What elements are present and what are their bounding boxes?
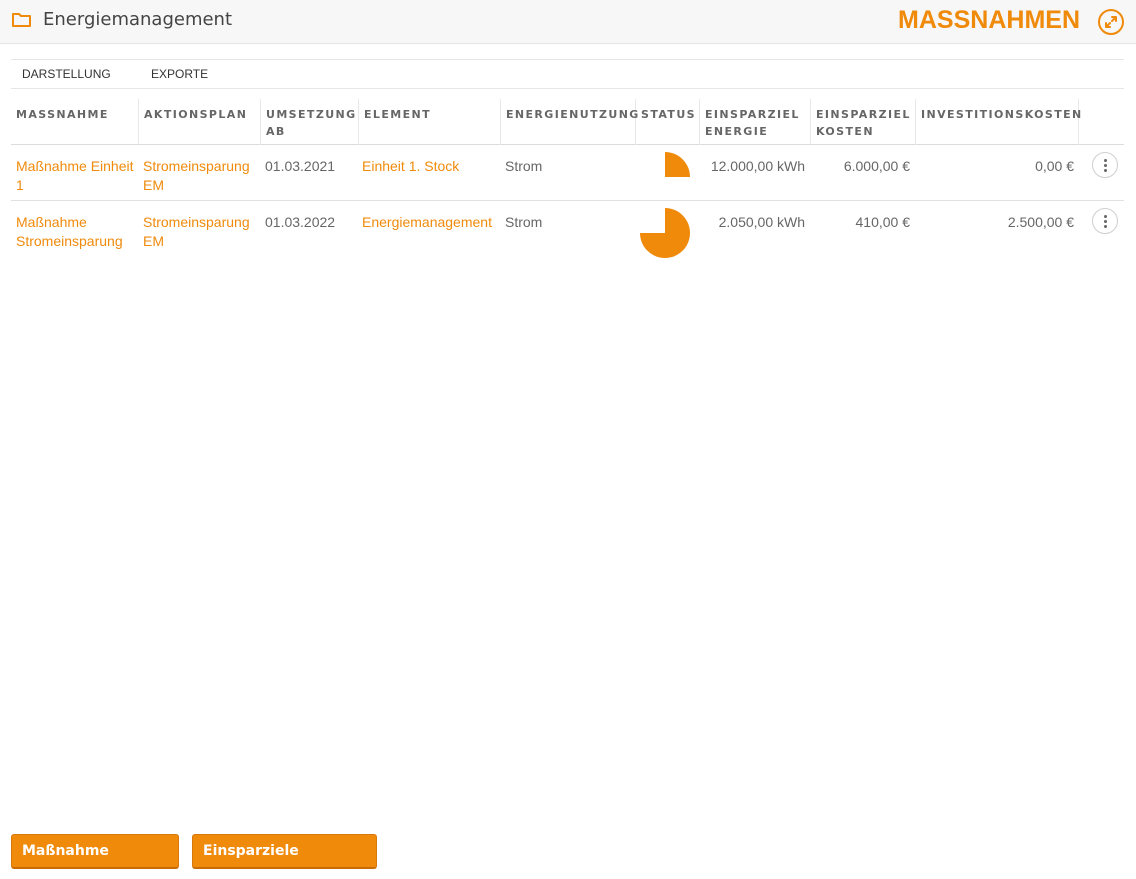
status-pie-icon: [665, 152, 690, 177]
folder-icon: [12, 13, 31, 27]
column-header-energienutzung[interactable]: ENERGIENUTZUNG: [501, 99, 638, 145]
column-header-investitionskosten[interactable]: INVESTITIONSKOSTEN: [916, 99, 1081, 145]
row-einsparziel-kosten: 410,00 €: [855, 214, 911, 230]
view-toolbar: DARSTELLUNG EXPORTE: [11, 59, 1124, 89]
row-umsetzung-ab: 01.03.2021: [265, 158, 336, 174]
table-row: Maßnahme Einheit 1 Stromeinsparung EM 01…: [11, 145, 1124, 201]
create-measure-button[interactable]: Maßnahme anlegen: [11, 834, 179, 879]
row-aktionsplan-link[interactable]: Stromeinsparung EM: [143, 157, 259, 195]
status-pie-icon: [640, 208, 690, 258]
more-vertical-icon-dot: [1104, 220, 1107, 223]
more-vertical-icon: [1104, 215, 1107, 218]
section-title: MASSNAHMEN: [898, 6, 1080, 34]
row-energienutzung: Strom: [505, 214, 543, 230]
app-title: Energiemanagement: [43, 9, 233, 30]
column-header-einsparziel-energie[interactable]: EINSPARZIEL ENERGIE: [700, 99, 811, 145]
column-header-aktionsplan[interactable]: AKTIONSPLAN: [139, 99, 261, 145]
column-header-umsetzung-ab[interactable]: UMSETZUNG AB: [261, 99, 359, 145]
row-energienutzung: Strom: [505, 158, 543, 174]
row-investitionskosten: 0,00 €: [1035, 158, 1074, 174]
row-element-link[interactable]: Einheit 1. Stock: [362, 157, 500, 176]
row-element-link[interactable]: Energiemanagement: [362, 213, 500, 232]
row-massnahme-link[interactable]: Maßnahme Einheit 1: [16, 157, 134, 195]
row-umsetzung-ab: 01.03.2022: [265, 214, 336, 230]
row-einsparziel-energie: 2.050,00 kWh: [718, 214, 805, 230]
more-vertical-icon-dot: [1104, 225, 1107, 228]
expand-icon[interactable]: [1097, 8, 1125, 36]
row-aktionsplan-link[interactable]: Stromeinsparung EM: [143, 213, 259, 251]
row-menu-button[interactable]: [1092, 208, 1118, 234]
column-header-einsparziel-kosten[interactable]: EINSPARZIEL KOSTEN: [811, 99, 916, 145]
top-bar: Energiemanagement MASSNAHMEN: [0, 0, 1136, 44]
table-header: MASSNAHME AKTIONSPLAN UMSETZUNG AB ELEME…: [11, 99, 1124, 145]
column-header-actions: [1079, 99, 1124, 145]
column-header-element[interactable]: ELEMENT: [359, 99, 501, 145]
table-row: Maßnahme Stromeinsparung Stromeinsparung…: [11, 201, 1124, 265]
row-massnahme-link[interactable]: Maßnahme Stromeinsparung: [16, 213, 134, 251]
more-vertical-icon-dot: [1104, 164, 1107, 167]
column-header-status[interactable]: STATUS: [636, 99, 700, 145]
row-investitionskosten: 2.500,00 €: [1007, 214, 1074, 230]
toolbar-exporte[interactable]: EXPORTE: [151, 67, 208, 81]
toolbar-darstellung[interactable]: DARSTELLUNG: [22, 67, 111, 81]
show-targets-button[interactable]: Einsparziele anzeigen: [192, 834, 377, 879]
measures-table: MASSNAHME AKTIONSPLAN UMSETZUNG AB ELEME…: [11, 99, 1124, 265]
row-einsparziel-energie: 12.000,00 kWh: [710, 158, 805, 174]
row-einsparziel-kosten: 6.000,00 €: [843, 158, 910, 174]
column-header-massnahme[interactable]: MASSNAHME: [11, 99, 139, 145]
row-menu-button[interactable]: [1092, 152, 1118, 178]
more-vertical-icon-dot: [1104, 169, 1107, 172]
more-vertical-icon: [1104, 159, 1107, 162]
